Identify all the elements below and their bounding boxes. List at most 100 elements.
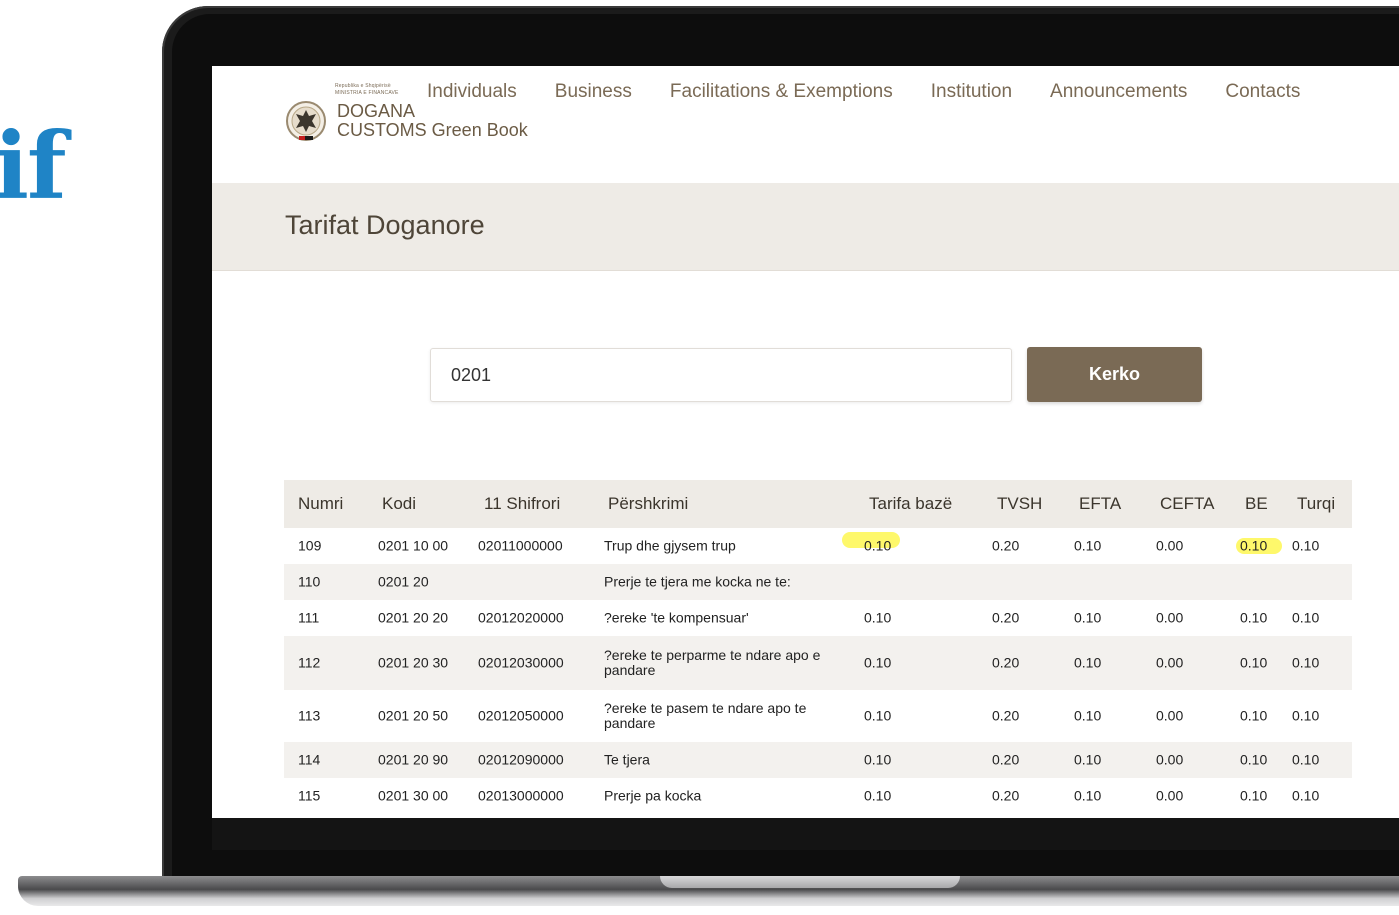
cell-be: 0.10: [1240, 537, 1268, 554]
col-header-tvsh: TVSH: [997, 494, 1043, 513]
cell-tarifa-baze: 0.10: [864, 707, 892, 724]
cell-numri: 111: [298, 609, 320, 626]
cell-pershkrimi: Prerje te tjera me kocka ne te:: [604, 573, 791, 590]
cell-pershkrimi: Trup dhe gjysem trup: [604, 537, 736, 554]
main-nav: Individuals Business Facilitations & Exe…: [427, 80, 1338, 104]
col-header-tarifa-baze: Tarifa bazë: [869, 494, 953, 513]
cell-numri: 110: [298, 573, 321, 590]
col-header-numri: Numri: [298, 494, 344, 513]
nav-facilitations[interactable]: Facilitations & Exemptions: [670, 80, 893, 104]
cell-cefta: 0.00: [1156, 537, 1184, 554]
cell-turqi: 0.10: [1292, 787, 1320, 804]
cell-kodi: 0201 20 20: [378, 609, 449, 626]
cell-pershkrimi: ?ereke 'te kompensuar': [604, 609, 749, 626]
logo-dogana: DOGANA: [337, 101, 416, 121]
cell-11-shifrori: 02012090000: [478, 751, 564, 768]
col-header-cefta: CEFTA: [1160, 494, 1215, 513]
logo-customs: CUSTOMS Green Book: [337, 120, 528, 140]
cell-numri: 115: [298, 787, 321, 804]
search-input[interactable]: [430, 348, 1012, 402]
cell-pershkrimi: Prerje pa kocka: [604, 787, 702, 804]
nav-announcements[interactable]: Announcements: [1050, 80, 1187, 104]
table-row[interactable]: 111 0201 20 20 02012020000 ?ereke 'te kompe…: [284, 600, 1352, 636]
cell-be: 0.10: [1240, 654, 1268, 671]
search-button[interactable]: Kerko: [1027, 347, 1202, 402]
cell-turqi: 0.10: [1292, 609, 1320, 626]
cell-numri: 109: [298, 537, 322, 554]
cell-be: 0.10: [1240, 707, 1268, 724]
cell-kodi: 0201 10 00: [378, 537, 449, 554]
logo-tiny-line-1: Republika e Shqipërisë: [335, 83, 391, 89]
cell-turqi: 0.10: [1292, 537, 1320, 554]
cell-be: 0.10: [1240, 751, 1268, 768]
cell-pershkrimi: ?ereke te perparme te ndare apo e pandar…: [604, 647, 821, 678]
cell-efta: 0.10: [1074, 654, 1102, 671]
nav-contacts[interactable]: Contacts: [1225, 80, 1300, 104]
table-body: 109 0201 10 00 02011000000 Trup dhe gjysem …: [284, 528, 1352, 814]
table-row[interactable]: 109 0201 10 00 02011000000 Trup dhe gjysem …: [284, 528, 1352, 564]
col-header-turqi: Turqi: [1297, 494, 1336, 513]
table-row[interactable]: 113 0201 20 50 02012050000 ?ereke te pasem …: [284, 690, 1352, 742]
table-row[interactable]: 115 0201 30 00 02013000000 Prerje pa kocka 0…: [284, 778, 1352, 814]
cell-kodi: 0201 20 30: [378, 654, 449, 671]
cell-tvsh: 0.20: [992, 751, 1020, 768]
cell-efta: 0.10: [1074, 787, 1102, 804]
cell-tarifa-baze: 0.10: [864, 609, 892, 626]
cell-kodi: 0201 30 00: [378, 787, 449, 804]
laptop-base-notch: [660, 876, 960, 888]
table-row[interactable]: 114 0201 20 90 02012090000 Te tjera 0.10 0.20…: [284, 742, 1352, 778]
logo-tiny-line-2: MINISTRIA E FINANCAVE: [335, 90, 399, 96]
cell-turqi: 0.10: [1292, 707, 1320, 724]
cell-pershkrimi: Te tjera: [604, 751, 650, 768]
cell-efta: 0.10: [1074, 537, 1102, 554]
page-title: Tarifat Doganore: [285, 210, 485, 240]
cell-efta: 0.10: [1074, 609, 1102, 626]
cell-be: 0.10: [1240, 787, 1268, 804]
cell-tvsh: 0.20: [992, 537, 1020, 554]
site-header: Republika e Shqipërisë MINISTRIA E FINAN…: [212, 66, 1399, 183]
laptop-chin: [212, 818, 1399, 850]
cell-tvsh: 0.20: [992, 654, 1020, 671]
table-row[interactable]: 110 0201 20 Prerje te tjera me kocka ne te…: [284, 564, 1352, 600]
cell-numri: 114: [298, 751, 321, 768]
col-header-kodi: Kodi: [382, 494, 417, 513]
table-row[interactable]: 112 0201 20 30 02012030000 ?ereke te perpar…: [284, 636, 1352, 690]
cell-tarifa-baze: 0.10: [864, 654, 892, 671]
eagle-emblem-icon: [286, 101, 326, 141]
cell-be: 0.10: [1240, 609, 1268, 626]
cell-11-shifrori: 02012030000: [478, 654, 564, 671]
cell-cefta: 0.00: [1156, 654, 1184, 671]
col-header-efta: EFTA: [1079, 494, 1122, 513]
nav-business[interactable]: Business: [555, 80, 632, 104]
cell-cefta: 0.00: [1156, 787, 1184, 804]
cell-kodi: 0201 20 50: [378, 707, 449, 724]
cell-tvsh: 0.20: [992, 787, 1020, 804]
cell-efta: 0.10: [1074, 751, 1102, 768]
cell-pershkrimi: ?ereke te pasem te ndare apo te pandare: [604, 700, 807, 731]
cell-11-shifrori: 02012020000: [478, 609, 564, 626]
nav-individuals[interactable]: Individuals: [427, 80, 517, 104]
cell-11-shifrori: 02012050000: [478, 707, 564, 724]
cell-numri: 113: [298, 707, 321, 724]
cell-tarifa-baze: 0.10: [864, 751, 892, 768]
title-band: Tarifat Doganore: [212, 183, 1399, 271]
cell-efta: 0.10: [1074, 707, 1102, 724]
browser-screen: Republika e Shqipërisë MINISTRIA E FINAN…: [212, 66, 1399, 818]
cell-11-shifrori: 02011000000: [478, 537, 563, 554]
cell-11-shifrori: 02013000000: [478, 787, 564, 804]
cell-tarifa-baze: 0.10: [864, 787, 892, 804]
tariff-table: Numri Kodi 11 Shifrori Përshkrimi Tarifa…: [284, 480, 1352, 814]
cell-cefta: 0.00: [1156, 751, 1184, 768]
cell-tvsh: 0.20: [992, 609, 1020, 626]
col-header-be: BE: [1245, 494, 1268, 513]
cell-turqi: 0.10: [1292, 654, 1320, 671]
cell-numri: 112: [298, 654, 321, 671]
cell-tarifa-baze: 0.10: [864, 537, 892, 554]
cell-cefta: 0.00: [1156, 609, 1184, 626]
cell-tvsh: 0.20: [992, 707, 1020, 724]
background-headline-fragment: if: [0, 112, 67, 220]
cell-kodi: 0201 20 90: [378, 751, 449, 768]
col-header-pershkrimi: Përshkrimi: [608, 494, 689, 513]
nav-institution[interactable]: Institution: [931, 80, 1012, 104]
table-header: Numri Kodi 11 Shifrori Përshkrimi Tarifa…: [284, 480, 1352, 528]
